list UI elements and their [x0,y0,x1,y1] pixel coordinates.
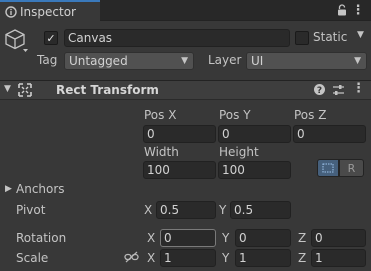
pos-x-field[interactable]: 0 [143,125,216,143]
component-menu-icon[interactable]: ⋮ [352,81,365,96]
static-dropdown-arrow-icon[interactable]: ▼ [357,30,364,40]
pivot-label: Pivot [16,203,46,217]
presets-icon[interactable] [332,84,345,99]
help-icon[interactable]: ? [313,83,326,99]
pos-z-field[interactable]: 0 [293,125,366,143]
scale-z-label: Z [298,251,307,265]
pos-z-label: Pos Z [294,108,327,122]
foldout-arrow-icon[interactable]: ▼ [4,84,11,94]
scale-z-field[interactable]: 1 [311,249,366,267]
pos-x-label: Pos X [144,108,177,122]
active-checkbox[interactable]: ✓ [44,31,58,45]
inspector-tab[interactable]: Inspector [0,0,100,21]
static-label: Static [313,30,348,44]
tag-dropdown[interactable]: Untagged ▼ [64,52,194,70]
gameobject-icon [3,27,29,53]
rot-x-label: X [147,231,156,245]
rot-x-field[interactable]: 0 [160,229,216,247]
chevron-down-icon: ▼ [354,56,361,66]
pivot-y-label: Y [219,203,227,217]
rect-transform-icon [18,83,32,100]
rot-y-label: Y [222,231,230,245]
static-checkbox[interactable] [295,31,309,45]
tab-menu-icon[interactable]: ⋮ [350,2,366,18]
anchors-foldout-icon[interactable]: ▶ [5,184,12,194]
width-label: Width [144,145,179,159]
svg-text:?: ? [317,86,322,96]
blueprint-mode-button[interactable] [317,159,339,177]
scale-label: Scale [16,251,49,265]
layer-value: UI [251,54,264,68]
scale-x-field[interactable]: 1 [160,249,216,267]
height-label: Height [219,145,259,159]
blueprint-icon [322,163,334,173]
pivot-y-field[interactable]: 0.5 [230,201,291,219]
width-field[interactable]: 100 [143,161,216,179]
gameobject-name-field[interactable]: Canvas [64,29,290,47]
info-icon [4,5,18,19]
raw-edit-mode-button[interactable]: R [339,159,364,177]
scale-y-field[interactable]: 1 [235,249,291,267]
inspector-tab-label: Inspector [20,4,76,19]
rotation-label: Rotation [16,231,67,245]
pivot-x-label: X [144,203,153,217]
rot-y-field[interactable]: 0 [235,229,291,247]
chevron-down-icon: ▼ [181,56,188,66]
anchors-label[interactable]: Anchors [16,182,65,196]
layer-dropdown[interactable]: UI ▼ [246,52,367,70]
height-field[interactable]: 100 [218,161,291,179]
rot-z-label: Z [298,231,307,245]
component-title: Rect Transform [56,83,159,97]
tag-label: Tag [37,53,58,67]
pos-y-label: Pos Y [219,108,251,122]
lock-icon[interactable] [334,2,350,18]
tag-value: Untagged [69,54,128,68]
inspector-tab-bar: Inspector ⋮ [0,0,371,21]
scale-y-label: Y [222,251,230,265]
rot-z-field[interactable]: 0 [311,229,366,247]
layer-label: Layer [208,53,242,67]
constrain-proportions-icon[interactable] [124,251,139,266]
rect-transform-header[interactable]: ▼ Rect Transform ? ⋮ [0,80,371,100]
pos-y-field[interactable]: 0 [218,125,291,143]
pivot-x-field[interactable]: 0.5 [156,201,216,219]
scale-x-label: X [147,251,156,265]
